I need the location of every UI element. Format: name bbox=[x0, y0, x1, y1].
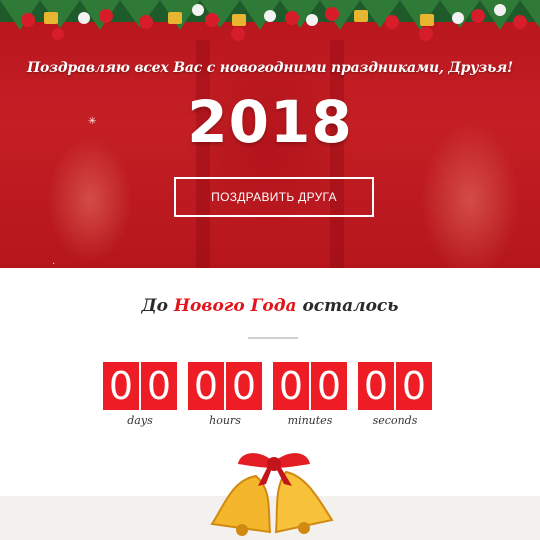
digit: 0 bbox=[311, 362, 347, 410]
countdown-heading-prefix: До bbox=[141, 296, 168, 316]
unit-label-days: days bbox=[127, 414, 153, 427]
digit: 0 bbox=[103, 362, 139, 410]
unit-label-seconds: seconds bbox=[372, 414, 418, 427]
hero-year: 2018 bbox=[187, 88, 353, 156]
digit: 0 bbox=[188, 362, 224, 410]
congratulate-friend-button[interactable]: ПОЗДРАВИТЬ ДРУГА bbox=[174, 177, 374, 217]
heading-divider bbox=[248, 337, 298, 339]
digit: 0 bbox=[358, 362, 394, 410]
countdown-days: 0 0 days bbox=[103, 362, 177, 427]
countdown-heading-accent: Нового Года bbox=[173, 296, 297, 316]
sparkle-icon: · bbox=[52, 258, 56, 268]
bells-icon bbox=[210, 453, 334, 536]
garland-icon bbox=[0, 0, 540, 41]
digit: 0 bbox=[273, 362, 309, 410]
countdown-minutes: 0 0 minutes bbox=[273, 362, 347, 427]
countdown-heading-suffix: осталось bbox=[302, 296, 399, 316]
hero-banner: ✳ · Поздравляю всех Вас с новогодними пр… bbox=[0, 0, 540, 268]
countdown-seconds: 0 0 seconds bbox=[358, 362, 432, 427]
digit: 0 bbox=[396, 362, 432, 410]
unit-label-minutes: minutes bbox=[287, 414, 333, 427]
countdown-heading: До Нового Года осталось bbox=[0, 296, 540, 316]
digit: 0 bbox=[226, 362, 262, 410]
unit-label-hours: hours bbox=[209, 414, 241, 427]
countdown-hours: 0 0 hours bbox=[188, 362, 262, 427]
digit: 0 bbox=[141, 362, 177, 410]
hero-greeting: Поздравляю всех Вас с новогодними праздн… bbox=[26, 60, 514, 76]
